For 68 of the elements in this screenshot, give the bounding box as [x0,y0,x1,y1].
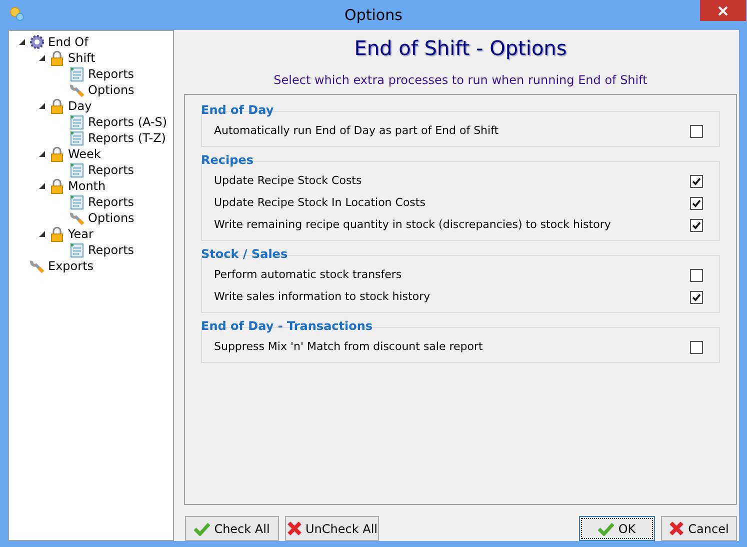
page-heading: End of Shift - Options [354,36,567,60]
wrench-icon [29,258,45,274]
tree-item[interactable]: Reports (T-Z) [88,129,166,147]
option-label: Automatically run End of Day as part of End of Shift [214,122,499,139]
report-icon [69,130,85,146]
page-subheading: Select which extra processes to run when running End of Shift [274,73,648,87]
report-icon [69,194,85,210]
tree-item[interactable]: Exports [48,257,94,275]
expanded-triangle-icon[interactable] [37,101,47,111]
gear-icon [29,34,45,50]
padlock-icon [49,146,65,162]
expanded-triangle-icon[interactable] [37,181,47,191]
tree-item[interactable]: Month [68,177,106,195]
tree-item[interactable]: Reports (A-S) [88,113,168,131]
cross-icon [669,521,684,536]
expanded-triangle-icon[interactable] [17,37,27,47]
tree-item[interactable]: Week [68,145,101,163]
ok-button[interactable]: OK [579,516,655,541]
group-title: End of Day - Transactions [201,319,373,333]
check-icon [194,522,210,536]
cancel-button[interactable]: Cancel [661,516,737,541]
checkbox[interactable] [690,174,703,188]
option-label: Write sales information to stock history [214,288,430,305]
option-label: Update Recipe Stock Costs [214,172,362,189]
checkbox[interactable] [690,340,703,354]
tree-item[interactable]: Year [68,225,94,243]
uncheck-button[interactable]: UnCheck All [285,516,379,541]
check-all-button[interactable]: Check All [185,516,279,541]
group-title: Recipes [201,153,254,167]
option-label: Write remaining recipe quantity in stock (discrepancies) to stock history [214,216,611,233]
tree-item[interactable]: Day [68,97,92,115]
option-label: Perform automatic stock transfers [214,266,402,283]
padlock-icon [49,226,65,242]
group-title: End of Day [201,103,274,117]
padlock-icon [49,178,65,194]
expanded-triangle-icon[interactable] [37,149,47,159]
checkbox[interactable] [690,290,703,304]
report-icon [69,162,85,178]
tree-item[interactable]: Shift [68,49,96,67]
option-label: Update Recipe Stock In Location Costs [214,194,426,211]
close-button[interactable] [700,0,746,21]
close-icon [718,6,728,16]
padlock-icon [49,50,65,66]
report-icon [69,66,85,82]
option-label: Suppress Mix 'n' Match from discount sale report [214,338,483,355]
checkbox[interactable] [690,124,703,138]
wrench-icon [69,210,85,226]
checkbox[interactable] [690,196,703,210]
tree-item[interactable]: Reports [88,161,134,179]
tree-item[interactable]: Reports [88,65,134,83]
report-icon [69,242,85,258]
tree-item[interactable]: Reports [88,241,134,259]
padlock-icon [49,98,65,114]
expanded-triangle-icon[interactable] [37,53,47,63]
report-icon [69,114,85,130]
tree-item[interactable]: Options [88,81,134,99]
checkbox[interactable] [690,268,703,282]
check-icon [598,522,614,536]
app-icon [9,6,25,22]
group-title: Stock / Sales [201,247,288,261]
tree-item[interactable]: Options [88,209,134,227]
cross-icon [286,521,302,536]
expanded-triangle-icon[interactable] [37,229,47,239]
tree-item[interactable]: Reports [88,193,134,211]
checkbox[interactable] [690,218,703,232]
wrench-icon [69,82,85,98]
window-title: Options [344,6,402,24]
tree-item[interactable]: End Of [48,33,88,51]
